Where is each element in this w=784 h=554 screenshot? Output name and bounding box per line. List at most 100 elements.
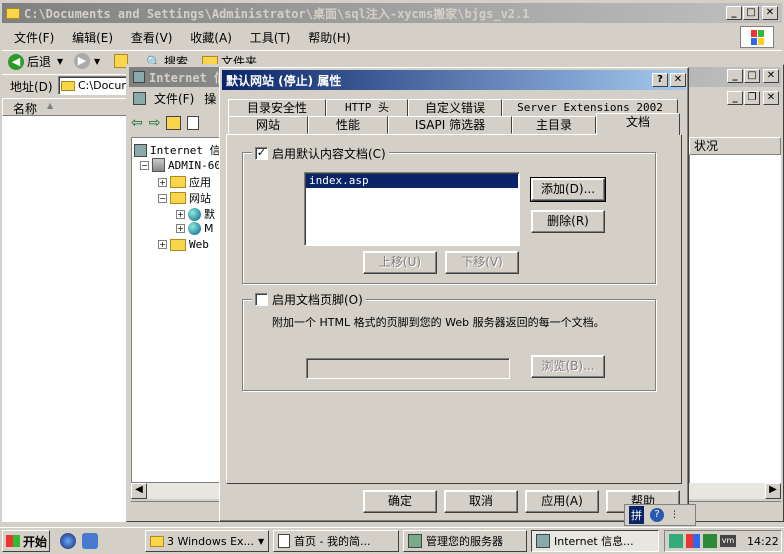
menu-favorites[interactable]: 收藏(A) [190, 31, 232, 45]
tree-item-apppools[interactable]: + 应用 [158, 174, 211, 190]
task-iis-manager[interactable]: Internet 信息... [531, 530, 659, 552]
enable-default-checkbox[interactable]: ✓ 启用默认内容文档(C) [252, 145, 389, 162]
tab-performance[interactable]: 性能 [308, 116, 388, 134]
tab-website[interactable]: 网站 [228, 116, 308, 134]
dialog-title: 默认网站 (停止) 属性 [226, 73, 342, 88]
browse-button[interactable]: 浏览(B)... [531, 355, 605, 378]
menu-edit[interactable]: 编辑(E) [72, 31, 113, 45]
forward-arrow-icon[interactable]: ⇨ [149, 115, 161, 131]
task-windows-explorer[interactable]: 3 Windows Ex... ▼ [145, 530, 269, 552]
explorer-menubar: 文件(F) 编辑(E) 查看(V) 收藏(A) 工具(T) 帮助(H) [14, 29, 365, 46]
expand-icon[interactable]: + [176, 224, 185, 233]
file-list-header: 名称 ▲ [2, 98, 130, 116]
tree-item-default-site[interactable]: + 默 [176, 206, 215, 222]
tray-vm-icon[interactable]: vm [720, 535, 736, 547]
dialog-titlebar[interactable]: 默认网站 (停止) 属性 [222, 70, 686, 90]
expand-icon[interactable]: + [158, 240, 167, 249]
close-button[interactable]: ✕ [763, 69, 779, 83]
globe-icon [188, 222, 201, 235]
iis-tree: Internet 信 − ADMIN-60 + 应用 − 网站 + 默 + M + Web [131, 137, 227, 483]
server-icon [408, 534, 422, 548]
collapse-icon[interactable]: − [140, 160, 149, 170]
task-homepage[interactable]: 首页 - 我的简... [273, 530, 399, 552]
windows-logo-icon [6, 535, 20, 547]
folder-icon [150, 535, 164, 547]
expand-icon[interactable]: + [158, 177, 167, 187]
ime-mode-icon[interactable]: 拼 [629, 506, 644, 524]
cancel-button[interactable]: 取消 [444, 490, 518, 513]
menu-file[interactable]: 文件(F) [14, 31, 54, 45]
help-icon[interactable]: ? [650, 508, 664, 522]
tab-home-directory[interactable]: 主目录 [512, 116, 596, 134]
default-doc-item[interactable]: index.asp [306, 174, 518, 188]
menu-help[interactable]: 帮助(H) [308, 31, 350, 45]
tab-isapi-filters[interactable]: ISAPI 筛选器 [388, 116, 512, 134]
close-button[interactable]: ✕ [670, 73, 686, 87]
explorer-titlebar[interactable]: C:\Documents and Settings\Administrator\… [2, 3, 782, 23]
forward-button[interactable]: ▶ ▼ [74, 53, 100, 69]
tray-shield-icon[interactable] [703, 534, 717, 548]
checkbox-icon [255, 293, 268, 306]
tree-item-server[interactable]: − ADMIN-60 [140, 158, 221, 172]
tray-windows-icon[interactable] [686, 534, 700, 548]
ok-button[interactable]: 确定 [363, 490, 437, 513]
tab-http-headers[interactable]: HTTP 头 [326, 99, 408, 117]
remove-button[interactable]: 删除(R) [531, 210, 605, 233]
iis-menubar: 文件(F) 操 [133, 90, 216, 107]
properties-icon[interactable] [187, 116, 200, 130]
quick-launch [60, 533, 98, 549]
menu-tools[interactable]: 工具(T) [250, 31, 291, 45]
maximize-button[interactable]: □ [743, 6, 759, 20]
column-name[interactable]: 名称 [13, 100, 37, 117]
internet-explorer-icon[interactable] [60, 533, 76, 549]
chevron-down-icon: ▼ [57, 57, 64, 66]
status-column-header[interactable]: 状况 [689, 137, 781, 155]
minimize-button[interactable]: _ [726, 6, 742, 20]
tab-documents[interactable]: 文档 [596, 113, 680, 135]
apply-button[interactable]: 应用(A) [525, 490, 599, 513]
tray-network-icon[interactable] [669, 534, 683, 548]
default-docs-list[interactable]: index.asp [304, 172, 520, 246]
close-button[interactable]: ✕ [762, 6, 778, 20]
tree-item-web-ext[interactable]: + Web [158, 238, 209, 251]
address-label: 地址(D) [10, 80, 53, 94]
back-arrow-icon[interactable]: ⇦ [131, 115, 143, 131]
tree-item-root[interactable]: Internet 信 [134, 142, 221, 158]
back-button[interactable]: ◀ 后退 ▼ [8, 53, 63, 70]
footer-path-input[interactable] [306, 358, 510, 379]
scroll-left-button[interactable]: ◀ [131, 483, 147, 499]
folder-icon [6, 7, 20, 19]
menu-view[interactable]: 查看(V) [131, 31, 173, 45]
collapse-icon[interactable]: − [158, 193, 167, 203]
tree-item-websites[interactable]: − 网站 [158, 190, 211, 206]
child-restore-button[interactable]: ❐ [744, 91, 760, 105]
iis-icon [536, 534, 550, 548]
move-down-button[interactable]: 下移(V) [445, 251, 519, 274]
folder-icon [170, 238, 186, 251]
address-input[interactable]: C:\Docum [58, 76, 134, 95]
minimize-button[interactable]: _ [727, 69, 743, 83]
help-title-button[interactable]: ? [652, 73, 668, 87]
ime-menu-icon[interactable]: ⋮ [670, 510, 679, 520]
maximize-button[interactable]: □ [744, 69, 760, 83]
move-up-button[interactable]: 上移(U) [363, 251, 437, 274]
details-pane [689, 155, 781, 483]
child-close-button[interactable]: ✕ [763, 91, 779, 105]
scroll-right-button[interactable]: ▶ [765, 483, 781, 499]
explorer-title: C:\Documents and Settings\Administrator\… [24, 6, 530, 21]
start-button[interactable]: 开始 [2, 530, 50, 552]
tab-directory-security[interactable]: 目录安全性 [228, 99, 326, 117]
outlook-express-icon[interactable] [82, 533, 98, 549]
page-icon [278, 534, 290, 548]
chevron-down-icon: ▼ [94, 56, 101, 66]
up-icon[interactable] [166, 116, 182, 130]
task-manage-server[interactable]: 管理您的服务器 [403, 530, 527, 552]
add-button[interactable]: 添加(D)... [530, 177, 606, 202]
enable-footer-checkbox[interactable]: 启用文档页脚(O) [252, 291, 366, 308]
tree-item-site-m[interactable]: + M [176, 222, 214, 235]
child-minimize-button[interactable]: _ [727, 91, 743, 105]
tab-custom-errors[interactable]: 自定义错误 [408, 99, 502, 117]
menu-file[interactable]: 文件(F) [154, 90, 194, 107]
expand-icon[interactable]: + [176, 209, 185, 219]
menu-action[interactable]: 操 [204, 90, 216, 107]
